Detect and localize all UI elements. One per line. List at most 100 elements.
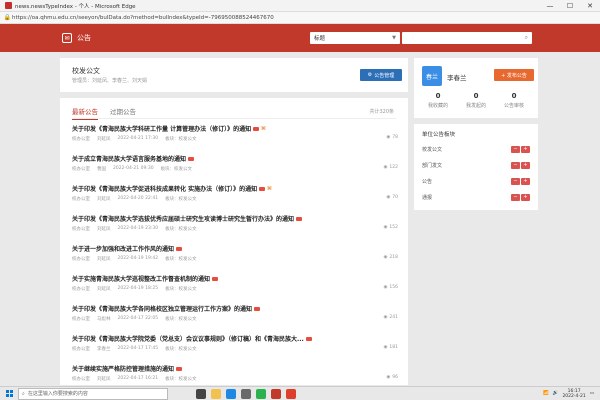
minimize-button[interactable]: —	[540, 0, 560, 12]
view-count-value: 122	[389, 165, 398, 170]
table-row[interactable]: 关于实施青海民族大学巡视整改工作督查机制的通知 校办公室 刘延凤 2022-04-19…	[72, 272, 398, 294]
search-field-select[interactable]: 标题 ▼	[310, 32, 400, 44]
announcement-title[interactable]: 关于进一步加强和改进工作作风的通知	[72, 244, 174, 253]
announcement-title-wrap[interactable]: 关于实施青海民族大学巡视整改工作督查机制的通知	[72, 274, 219, 283]
module-add-icon[interactable]: +	[521, 161, 530, 169]
module-item[interactable]: 部门发文 − +	[422, 158, 530, 172]
table-row[interactable]: 关于印发《青海民族大学各同格校区独立管理运行工作方案》的通知 校办公室 马彪林 202…	[72, 302, 398, 324]
edge-icon[interactable]	[226, 388, 236, 399]
modules-title: 单位公告板块	[422, 132, 456, 138]
module-controls: − +	[511, 145, 530, 153]
announcement-dept: 校办公室	[72, 227, 90, 232]
announcement-author: 刘延凤	[97, 137, 111, 142]
eye-icon: ◉	[383, 255, 388, 260]
publish-announcement-button[interactable]: + 发布公告	[494, 69, 534, 81]
window-controls: — ☐ ✕	[540, 0, 600, 12]
table-row[interactable]: 关于印发《青海民族大学选拔优秀应届硕士研究生攻读博士研究生暂行办法》的通知校办公…	[72, 212, 398, 234]
close-button[interactable]: ✕	[580, 0, 600, 12]
module-item[interactable]: 通报 − +	[422, 190, 530, 204]
clock[interactable]: 16:17 2022-4-21	[562, 389, 585, 399]
announcement-date: 2022-04-19 23:30	[117, 226, 159, 231]
file-explorer-icon[interactable]	[211, 388, 221, 399]
module-item[interactable]: 公告 − +	[422, 174, 530, 188]
announcement-title[interactable]: 关于印发《青海民族大学科研工作量 计算管理办法（修订）》的通知	[72, 124, 251, 133]
announcement-dept: 校办公室	[72, 287, 90, 292]
table-row[interactable]: 关于印发《青海民族大学促进科技成果转化 实施办法（修订）》的通知 ⌘ 校办公室 刘延凤…	[72, 182, 398, 204]
module-add-icon[interactable]: +	[521, 177, 530, 185]
announcement-title[interactable]: 关于印发《青海民族大学促进科技成果转化 实施办法（修订）》的通知	[72, 184, 257, 193]
stat-label: 公告审核	[503, 103, 524, 109]
app-icon[interactable]	[271, 388, 281, 399]
table-row[interactable]: 关于印发《青海民族大学院党委（党总支）会议议事规则》（修订稿）和《青海民族大..…	[72, 332, 398, 354]
announcement-title-wrap[interactable]: 关于印发《青海民族大学促进科技成果转化 实施办法（修订）》的通知 ⌘	[72, 184, 272, 194]
announcement-title-wrap[interactable]: 关于印发《青海民族大学科研工作量 计算管理办法（修订）》的通知 ⌘	[72, 124, 266, 134]
view-count-value: 70	[392, 195, 398, 200]
module-label[interactable]: 公告	[422, 178, 432, 185]
url-text[interactable]: https://oa.qhmu.edu.cn/seeyon/bulData.do…	[12, 15, 274, 21]
network-icon[interactable]: 📶	[543, 391, 549, 396]
task-view-icon[interactable]	[196, 388, 206, 399]
module-item[interactable]: 校发公文 − +	[422, 142, 530, 156]
module-collapse-icon[interactable]: −	[511, 193, 520, 201]
announcement-title-wrap[interactable]: 关于印发《青海民族大学院党委（党总支）会议议事规则》（修订稿）和《青海民族大..…	[72, 334, 312, 343]
module-collapse-icon[interactable]: −	[511, 145, 520, 153]
eye-icon: ◉	[383, 225, 388, 230]
announcement-section: 板块：校发公文	[165, 227, 197, 232]
stat-value: 0	[511, 92, 517, 100]
store-icon[interactable]	[241, 388, 251, 399]
module-label[interactable]: 通报	[422, 194, 432, 201]
table-row[interactable]: 关于成立青海民族大学语言服务基地的通知 校办公室 曹国 2022-04-21 09:3…	[72, 152, 398, 174]
taskbar-search-input[interactable]: ⌕ 在这里输入你要搜索的内容	[18, 387, 168, 400]
view-count: ◉ 181	[383, 345, 398, 350]
module-label[interactable]: 校发公文	[422, 146, 442, 153]
new-tag-icon	[188, 156, 195, 161]
announcement-title[interactable]: 关于印发《青海民族大学选拔优秀应届硕士研究生攻读博士研究生暂行办法》的通知	[72, 214, 294, 223]
announcement-section: 板块：校发公文	[165, 377, 197, 382]
announcement-author: 刘延凤	[97, 227, 111, 232]
view-count-value: 152	[389, 225, 398, 230]
announcement-title-wrap[interactable]: 关于印发《青海民族大学选拔优秀应届硕士研究生攻读博士研究生暂行办法》的通知	[72, 214, 303, 223]
module-collapse-icon[interactable]: −	[511, 177, 520, 185]
wps-icon[interactable]	[286, 388, 296, 399]
announcement-title[interactable]: 关于成立青海民族大学语言服务基地的通知	[72, 154, 186, 163]
stat-favorites[interactable]: 0 我收藏的	[420, 92, 456, 109]
announcement-title[interactable]: 关于实施青海民族大学巡视整改工作督查机制的通知	[72, 274, 210, 283]
volume-icon[interactable]: 🔊	[553, 391, 559, 396]
view-count: ◉ 152	[383, 225, 398, 230]
table-row[interactable]: 关于印发《青海民族大学科研工作量 计算管理办法（修订）》的通知 ⌘ 校办公室 刘延凤 2…	[72, 122, 398, 144]
announcement-date: 2022-04-21 17:30	[117, 136, 159, 141]
search-input[interactable]: ⌕	[402, 32, 532, 44]
module-label[interactable]: 部门发文	[422, 162, 442, 169]
announcement-title-wrap[interactable]: 关于进一步加强和改进工作作风的通知	[72, 244, 183, 253]
table-row[interactable]: 关于进一步加强和改进工作作风的通知 校办公室 刘延凤 2022-04-19 19:42…	[72, 242, 398, 264]
announcement-title[interactable]: 关于继续实施严格防控管理措施的通知	[72, 364, 174, 373]
wechat-icon[interactable]	[256, 388, 266, 399]
announcement-section: 板块：校发公文	[165, 287, 197, 292]
announcement-section: 板块：校发公文	[165, 317, 197, 322]
announcement-title[interactable]: 关于印发《青海民族大学院党委（党总支）会议议事规则》（修订稿）和《青海民族大..…	[72, 334, 304, 343]
view-count-value: 156	[389, 285, 398, 290]
module-collapse-icon[interactable]: −	[511, 161, 520, 169]
windows-start-icon[interactable]	[2, 387, 16, 400]
announcement-title-wrap[interactable]: 关于继续实施严格防控管理措施的通知	[72, 364, 183, 373]
manage-announcements-button[interactable]: ⚙ 公告管理	[360, 69, 402, 81]
announcement-author: 马彪林	[97, 317, 111, 322]
maximize-button[interactable]: ☐	[560, 0, 580, 12]
module-add-icon[interactable]: +	[521, 193, 530, 201]
stat-initiated[interactable]: 0 我发起的	[458, 92, 494, 109]
announcement-dept: 校办公室	[72, 347, 90, 352]
announcement-title-wrap[interactable]: 关于印发《青海民族大学各同格校区独立管理运行工作方案》的通知	[72, 304, 261, 313]
announcement-dept: 校办公室	[72, 377, 90, 382]
announcement-title[interactable]: 关于印发《青海民族大学各同格校区独立管理运行工作方案》的通知	[72, 304, 252, 313]
module-add-icon[interactable]: +	[521, 145, 530, 153]
eye-icon: ◉	[386, 195, 391, 200]
new-tag-icon	[253, 126, 260, 131]
announcement-title-wrap[interactable]: 关于成立青海民族大学语言服务基地的通知	[72, 154, 195, 163]
notification-icon[interactable]: ▭	[590, 391, 594, 396]
announcement-author: 刘延凤	[97, 257, 111, 262]
table-row[interactable]: 关于继续实施严格防控管理措施的通知 校办公室 刘延凤 2022-04-17 16:21…	[72, 362, 398, 384]
address-bar[interactable]: 🔒 https://oa.qhmu.edu.cn/seeyon/bulData.…	[0, 12, 600, 24]
search-icon[interactable]: ⌕	[525, 34, 528, 42]
announcement-dept: 校办公室	[72, 197, 90, 202]
stat-review[interactable]: 0 公告审核	[496, 92, 532, 109]
